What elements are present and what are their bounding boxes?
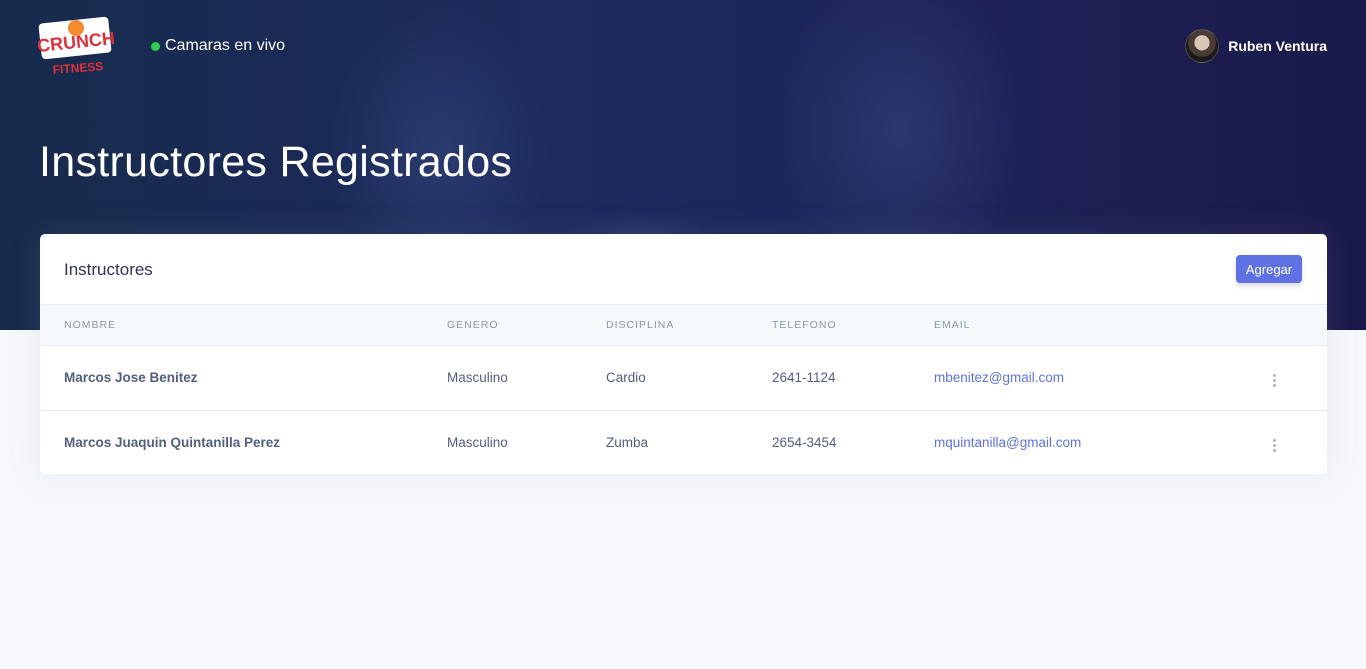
- column-header-nombre: NOMBRE: [40, 305, 447, 346]
- table-header: NOMBRE GENERO DISCIPLINA TELEFONO EMAIL: [40, 305, 1327, 346]
- instructors-card: Instructores Agregar NOMBRE GENERO DISCI…: [40, 234, 1327, 474]
- card-header: Instructores Agregar: [40, 234, 1327, 305]
- table-row: Marcos Juaquin Quintanilla Perez Masculi…: [40, 410, 1327, 474]
- cell-nombre: Marcos Juaquin Quintanilla Perez: [64, 435, 281, 451]
- cell-email: mquintanilla@gmail.com: [934, 410, 1264, 474]
- cell-telefono: 2641-1124: [772, 370, 836, 385]
- crunch-fitness-logo[interactable]: CRUNCH FITNESS: [38, 14, 114, 78]
- live-cameras-label: Camaras en vivo: [165, 37, 286, 54]
- table-row: Marcos Jose Benitez Masculino Cardio 264…: [40, 345, 1327, 410]
- more-options-icon[interactable]: [1264, 436, 1284, 456]
- cell-nombre: Marcos Jose Benitez: [64, 370, 198, 385]
- column-header-disciplina: DISCIPLINA: [606, 305, 772, 346]
- live-cameras-link[interactable]: Camaras en vivo: [151, 36, 285, 56]
- logo-text-fitness: FITNESS: [52, 59, 104, 77]
- table-header-row: NOMBRE GENERO DISCIPLINA TELEFONO EMAIL: [40, 305, 1327, 346]
- more-options-icon[interactable]: [1264, 370, 1284, 390]
- instructors-table: NOMBRE GENERO DISCIPLINA TELEFONO EMAIL …: [40, 305, 1327, 474]
- email-link[interactable]: mquintanilla@gmail.com: [934, 435, 1081, 450]
- cell-actions: [1264, 410, 1327, 474]
- email-link[interactable]: mbenitez@gmail.com: [934, 370, 1064, 385]
- cell-genero: Masculino: [447, 370, 508, 385]
- column-header-actions: [1264, 305, 1327, 346]
- column-header-email: EMAIL: [934, 305, 1264, 346]
- add-button[interactable]: Agregar: [1236, 255, 1302, 283]
- table-body: Marcos Jose Benitez Masculino Cardio 264…: [40, 345, 1327, 474]
- page-title: Instructores Registrados: [39, 138, 513, 186]
- live-status-dot: [151, 41, 160, 51]
- column-header-telefono: TELEFONO: [772, 305, 934, 346]
- cell-disciplina: Cardio: [606, 370, 646, 385]
- cell-disciplina: Zumba: [606, 435, 649, 451]
- column-header-genero: GENERO: [447, 305, 606, 346]
- avatar[interactable]: [1185, 29, 1220, 63]
- user-name: Ruben Ventura: [1228, 38, 1327, 54]
- user-menu[interactable]: Ruben Ventura: [1185, 28, 1327, 64]
- cell-telefono: 2654-3454: [772, 435, 837, 451]
- cell-email: mbenitez@gmail.com: [934, 345, 1264, 410]
- top-navbar: CRUNCH FITNESS Camaras en vivo Ruben Ven…: [0, 0, 1366, 94]
- card-title: Instructores: [64, 260, 153, 279]
- cell-genero: Masculino: [447, 435, 508, 451]
- cell-actions: [1264, 345, 1327, 410]
